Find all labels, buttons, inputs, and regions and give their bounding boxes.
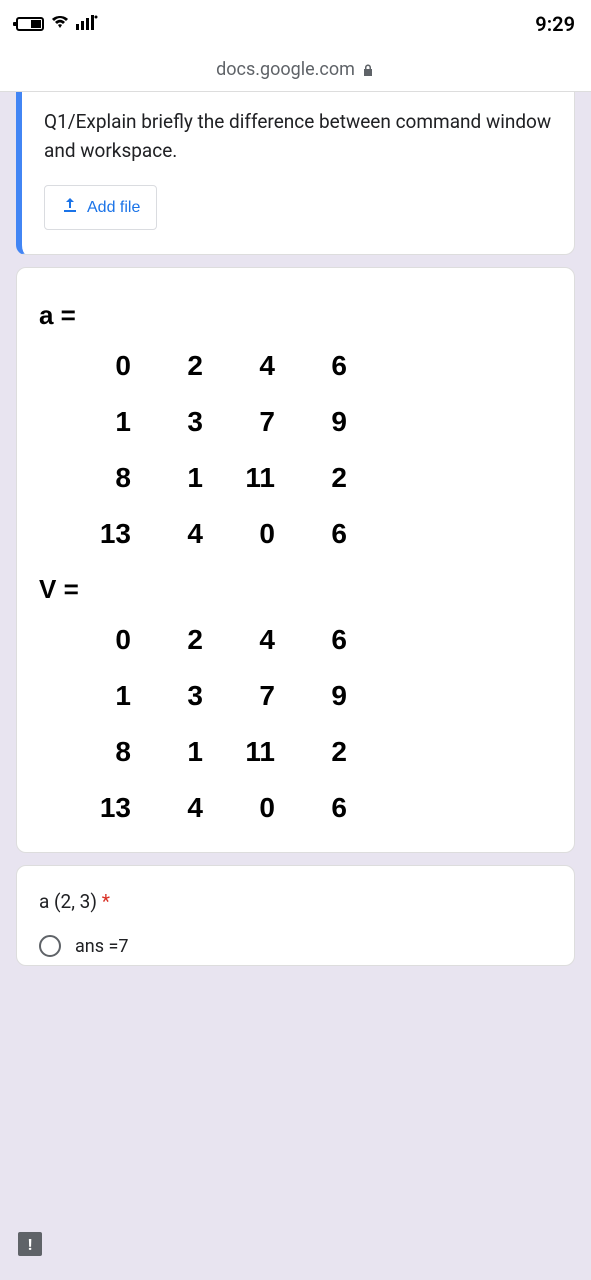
browser-url-bar[interactable]: docs.google.com <box>0 48 591 92</box>
status-time: 9:29 <box>535 12 575 36</box>
question-card-q1: Q1/Explain briefly the difference betwee… <box>16 92 575 255</box>
cell: 4 <box>203 352 275 380</box>
cell: 7 <box>203 682 275 710</box>
wifi-icon <box>50 14 70 34</box>
cell: 4 <box>131 794 203 822</box>
add-file-button[interactable]: Add file <box>44 185 157 230</box>
add-file-label: Add file <box>87 199 140 217</box>
cell: 6 <box>275 520 347 548</box>
radio-option[interactable]: ans =7 <box>39 935 552 957</box>
upload-icon <box>61 196 79 219</box>
feedback-badge[interactable]: ! <box>18 1232 42 1256</box>
cell: 3 <box>131 682 203 710</box>
required-mark: * <box>102 890 110 913</box>
table-row: 1 3 7 9 <box>39 408 552 436</box>
url-text: docs.google.com <box>216 59 355 80</box>
table-row: 0 2 4 6 <box>39 626 552 654</box>
cell: 0 <box>203 794 275 822</box>
cell: 1 <box>131 464 203 492</box>
cell: 13 <box>59 520 131 548</box>
table-row: 8 1 11 2 <box>39 464 552 492</box>
cell: 2 <box>131 352 203 380</box>
table-row: 1 3 7 9 <box>39 682 552 710</box>
cell: 6 <box>275 626 347 654</box>
table-row: 13 4 0 6 <box>39 520 552 548</box>
matrix-v: 0 2 4 6 1 3 7 9 8 1 11 2 1 <box>39 626 552 822</box>
matrix-a: 0 2 4 6 1 3 7 9 8 1 11 2 1 <box>39 352 552 548</box>
question-card-q2: a (2, 3) * ans =7 <box>16 865 575 966</box>
radio-option-label: ans =7 <box>75 936 128 957</box>
cell: 2 <box>131 626 203 654</box>
cell: 6 <box>275 352 347 380</box>
status-bar: 9:29 <box>0 0 591 48</box>
cell: 2 <box>275 464 347 492</box>
cell: 11 <box>203 464 275 492</box>
cell: 4 <box>131 520 203 548</box>
cell: 3 <box>131 408 203 436</box>
cell: 4 <box>203 626 275 654</box>
cell: 9 <box>275 408 347 436</box>
table-row: 8 1 11 2 <box>39 738 552 766</box>
matrix-v-label: V = <box>39 576 552 602</box>
radio-icon <box>39 935 61 957</box>
table-row: 13 4 0 6 <box>39 794 552 822</box>
cell: 6 <box>275 794 347 822</box>
matrix-display-card: a = 0 2 4 6 1 3 7 9 8 1 11 2 <box>16 267 575 853</box>
cell: 8 <box>59 464 131 492</box>
question-text: Q1/Explain briefly the difference betwee… <box>44 108 552 165</box>
lock-icon <box>361 63 375 77</box>
cell: 0 <box>59 626 131 654</box>
exclamation-icon: ! <box>28 1235 32 1254</box>
cell: 0 <box>203 520 275 548</box>
cell: 0 <box>59 352 131 380</box>
cell: 8 <box>59 738 131 766</box>
status-left <box>16 14 98 34</box>
question-label-text: a (2, 3) <box>39 890 97 913</box>
cell: 1 <box>59 682 131 710</box>
matrix-a-label: a = <box>39 302 552 328</box>
table-row: 0 2 4 6 <box>39 352 552 380</box>
cell: 13 <box>59 794 131 822</box>
battery-icon <box>16 17 44 31</box>
cell: 9 <box>275 682 347 710</box>
cell: 2 <box>275 738 347 766</box>
question-label: a (2, 3) * <box>39 890 552 913</box>
signal-icon <box>76 14 98 34</box>
cell: 1 <box>131 738 203 766</box>
cell: 11 <box>203 738 275 766</box>
cell: 7 <box>203 408 275 436</box>
cell: 1 <box>59 408 131 436</box>
